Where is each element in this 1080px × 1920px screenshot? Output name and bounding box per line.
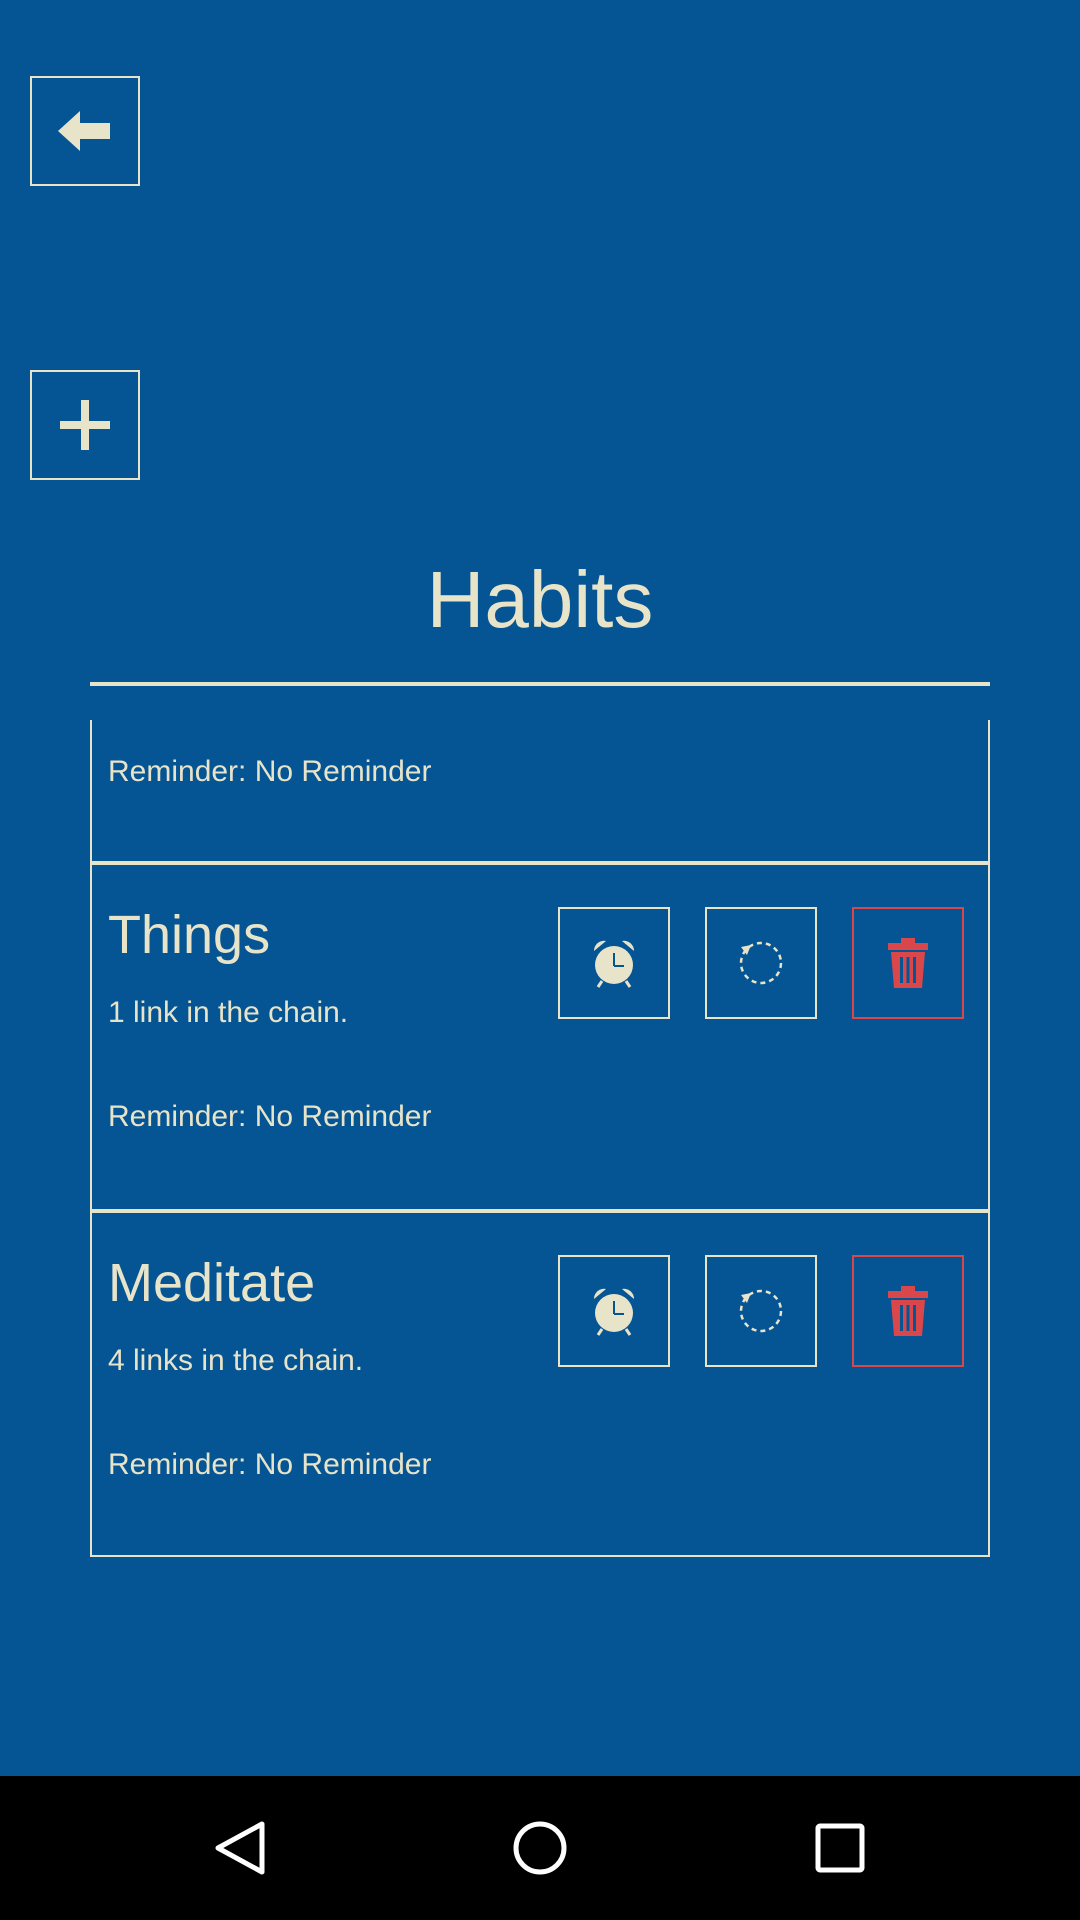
habit-chain-count: 1 link in the chain. bbox=[108, 996, 349, 1029]
delete-habit-button[interactable] bbox=[852, 907, 964, 1019]
reset-chain-button[interactable] bbox=[705, 1255, 817, 1367]
reset-chain-button[interactable] bbox=[705, 907, 817, 1019]
habit-reminder: Reminder: No Reminder bbox=[108, 1100, 432, 1133]
page-title: Habits bbox=[426, 555, 654, 644]
habits-screen: Habits Reminder: No Reminder Things 1 li… bbox=[0, 0, 1080, 1920]
reset-circle-icon bbox=[739, 1289, 783, 1333]
title-divider bbox=[90, 682, 990, 686]
trash-icon bbox=[888, 938, 928, 988]
habit-name: Meditate bbox=[108, 1253, 316, 1313]
nav-home-button[interactable] bbox=[500, 1808, 580, 1888]
reset-circle-icon bbox=[739, 941, 783, 985]
system-navigation-bar bbox=[0, 1776, 1080, 1920]
habit-card[interactable]: Meditate 4 links in the chain. Reminder:… bbox=[92, 1213, 988, 1555]
habit-card[interactable]: Things 1 link in the chain. Reminder: No… bbox=[92, 865, 988, 1213]
set-reminder-button[interactable] bbox=[558, 1255, 670, 1367]
trash-icon bbox=[888, 1286, 928, 1336]
habit-list[interactable]: Reminder: No Reminder Things 1 link in t… bbox=[90, 720, 990, 1557]
set-reminder-button[interactable] bbox=[558, 907, 670, 1019]
habit-reminder: Reminder: No Reminder bbox=[108, 755, 432, 788]
delete-habit-button[interactable] bbox=[852, 1255, 964, 1367]
nav-back-triangle-icon bbox=[215, 1821, 265, 1875]
back-button[interactable] bbox=[30, 76, 140, 186]
habit-reminder: Reminder: No Reminder bbox=[108, 1448, 432, 1481]
add-habit-button[interactable] bbox=[30, 370, 140, 480]
alarm-clock-icon bbox=[593, 1288, 635, 1336]
alarm-clock-icon bbox=[593, 940, 635, 988]
nav-recent-square-icon bbox=[815, 1823, 865, 1873]
arrow-left-icon bbox=[58, 111, 110, 151]
habit-card[interactable]: Reminder: No Reminder bbox=[92, 720, 988, 865]
habit-chain-count: 4 links in the chain. bbox=[108, 1344, 364, 1377]
nav-back-button[interactable] bbox=[200, 1808, 280, 1888]
nav-home-circle-icon bbox=[513, 1821, 567, 1875]
habit-name: Things bbox=[108, 905, 271, 965]
nav-recent-apps-button[interactable] bbox=[800, 1808, 880, 1888]
plus-icon bbox=[60, 400, 110, 450]
